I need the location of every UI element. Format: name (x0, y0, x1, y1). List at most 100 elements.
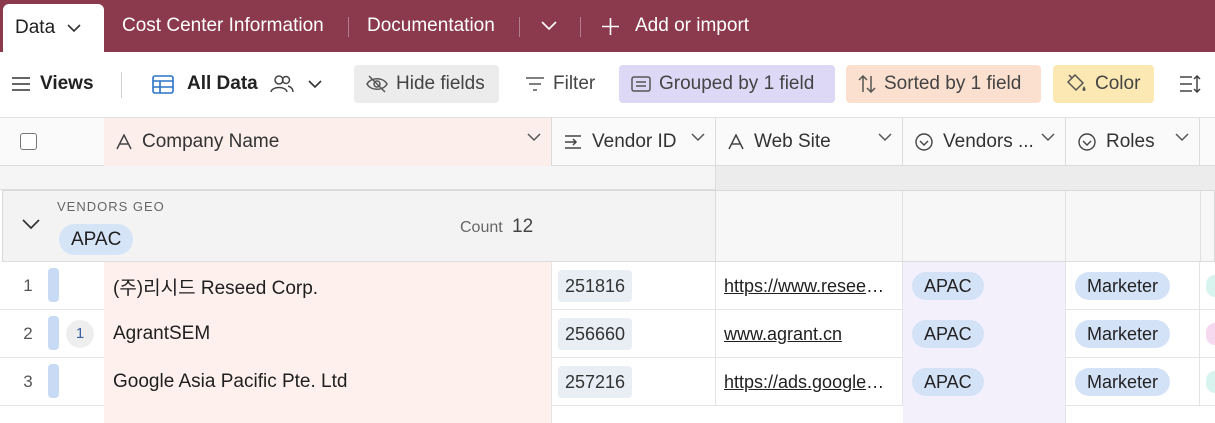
vendors-geo-cell[interactable] (903, 406, 1066, 423)
grid-view-icon (152, 74, 174, 94)
more-tabs-button[interactable] (541, 0, 557, 52)
overflow-cell (1200, 358, 1215, 406)
single-select-icon (915, 133, 933, 151)
sort-icon (858, 75, 876, 93)
role-chip: Marketer (1075, 272, 1171, 300)
vendor-id-cell[interactable]: 251816 (552, 262, 716, 310)
table-row[interactable]: 1 (주)리시드 Reseed Corp. 251816 https://www… (0, 262, 1215, 310)
row-index-cell: 1 (0, 262, 104, 310)
column-header-web-site[interactable]: Web Site (716, 118, 903, 166)
column-header-roles[interactable]: Roles (1066, 118, 1200, 166)
group-column-divider (1065, 191, 1066, 261)
filter-button[interactable]: Filter (525, 65, 595, 103)
table-row[interactable] (0, 406, 1215, 423)
web-site-cell[interactable]: https://ads.google.com (716, 358, 903, 406)
chevron-down-icon[interactable] (691, 133, 705, 142)
web-site-cell[interactable]: www.agrant.cn (716, 310, 903, 358)
comment-count-badge[interactable]: 1 (66, 320, 94, 348)
web-site-link[interactable]: www.agrant.cn (724, 324, 842, 345)
tab-documentation[interactable]: Documentation (367, 0, 495, 52)
chevron-down-icon[interactable] (1041, 133, 1055, 142)
role-chip: Marketer (1075, 320, 1171, 348)
hamburger-icon (12, 77, 30, 91)
group-field-label: VENDORS GEO (57, 199, 165, 214)
filter-icon (526, 77, 544, 91)
web-site-cell[interactable]: https://www.reseed.co.kr (716, 262, 903, 310)
row-expand-handle[interactable] (48, 364, 59, 398)
tab-divider (580, 17, 581, 37)
view-switcher[interactable]: All Data (152, 65, 322, 103)
text-field-icon (116, 134, 132, 150)
row-expand-handle[interactable] (48, 268, 59, 302)
column-header-vendors-geo[interactable]: Vendors ... (903, 118, 1066, 166)
row-index-cell: 3 (0, 358, 104, 406)
overflow-chip (1206, 371, 1215, 393)
add-or-import-label: Add or import (635, 15, 750, 36)
web-site-link[interactable]: https://www.reseed.co.kr (724, 276, 889, 297)
column-header-more (1200, 118, 1215, 166)
overflow-cell (1200, 262, 1215, 310)
chevron-down-icon[interactable] (527, 133, 541, 142)
column-header-company-name[interactable]: Company Name (104, 118, 552, 166)
overflow-cell (1200, 310, 1215, 358)
color-button[interactable]: Color (1053, 65, 1154, 103)
roles-cell[interactable]: Marketer (1066, 310, 1200, 358)
chevron-down-icon[interactable] (308, 79, 322, 89)
company-name-cell[interactable]: (주)리시드 Reseed Corp. (104, 262, 552, 310)
company-name-cell[interactable] (104, 406, 552, 423)
table-row[interactable]: 3 Google Asia Pacific Pte. Ltd 257216 ht… (0, 358, 1215, 406)
group-count-value: 12 (512, 216, 534, 237)
group-button[interactable]: Grouped by 1 field (619, 65, 835, 103)
select-all-checkbox[interactable] (20, 133, 37, 150)
people-icon (270, 75, 294, 93)
geo-chip: APAC (912, 320, 984, 348)
plus-icon (602, 17, 619, 35)
view-toolbar: Views All Data Hide fields Filter Groupe… (0, 52, 1215, 118)
row-index-cell: 2 1 (0, 310, 104, 358)
chevron-down-icon[interactable] (878, 133, 892, 142)
summary-spacer-right (715, 166, 1215, 190)
text-field-icon (728, 134, 744, 150)
sort-button[interactable]: Sorted by 1 field (846, 65, 1041, 103)
vendors-geo-cell[interactable]: APAC (903, 310, 1066, 358)
row-height-button[interactable] (1179, 65, 1201, 103)
roles-cell[interactable]: Marketer (1066, 262, 1200, 310)
views-button[interactable]: Views (12, 65, 94, 103)
eye-slash-icon (366, 75, 388, 93)
column-header-row: Company Name Vendor ID Web Site Vendors … (0, 118, 1215, 166)
single-select-icon (1078, 133, 1096, 151)
chevron-down-icon (541, 21, 557, 31)
row-expand-handle[interactable] (48, 316, 59, 350)
overflow-chip (1206, 275, 1215, 297)
group-column-divider (1200, 191, 1201, 261)
roles-cell[interactable]: Marketer (1066, 358, 1200, 406)
vendor-id-cell[interactable]: 257216 (552, 358, 716, 406)
tab-divider (519, 17, 520, 37)
tab-cost-center[interactable]: Cost Center Information (122, 0, 324, 52)
select-all-cell (0, 118, 104, 166)
role-chip: Marketer (1075, 368, 1171, 396)
table-row[interactable]: 2 1 AgrantSEM 256660 www.agrant.cn APAC … (0, 310, 1215, 358)
company-name-cell[interactable]: AgrantSEM (104, 310, 552, 358)
vendors-geo-cell[interactable]: APAC (903, 262, 1066, 310)
row-height-icon (1180, 75, 1201, 93)
group-icon (631, 76, 651, 92)
number-field-icon (565, 135, 581, 149)
group-count-label: Count (460, 219, 503, 236)
tab-divider (348, 17, 349, 37)
group-column-divider (902, 191, 903, 261)
hide-fields-button[interactable]: Hide fields (354, 65, 499, 103)
vendor-id-cell[interactable]: 256660 (552, 310, 716, 358)
chevron-down-icon[interactable] (67, 23, 81, 33)
vendors-geo-cell[interactable]: APAC (903, 358, 1066, 406)
web-site-link[interactable]: https://ads.google.com (724, 372, 889, 393)
tab-data-label: Data (15, 17, 56, 38)
tab-data[interactable]: Data (3, 4, 104, 52)
company-name-cell[interactable]: Google Asia Pacific Pte. Ltd (104, 358, 552, 406)
add-or-import-button[interactable]: Add or import (601, 0, 749, 52)
group-value-pill: APAC (59, 224, 134, 255)
chevron-down-icon[interactable] (1175, 133, 1189, 142)
column-header-vendor-id[interactable]: Vendor ID (552, 118, 716, 166)
geo-chip: APAC (912, 368, 984, 396)
collapse-group-icon[interactable] (22, 219, 40, 230)
